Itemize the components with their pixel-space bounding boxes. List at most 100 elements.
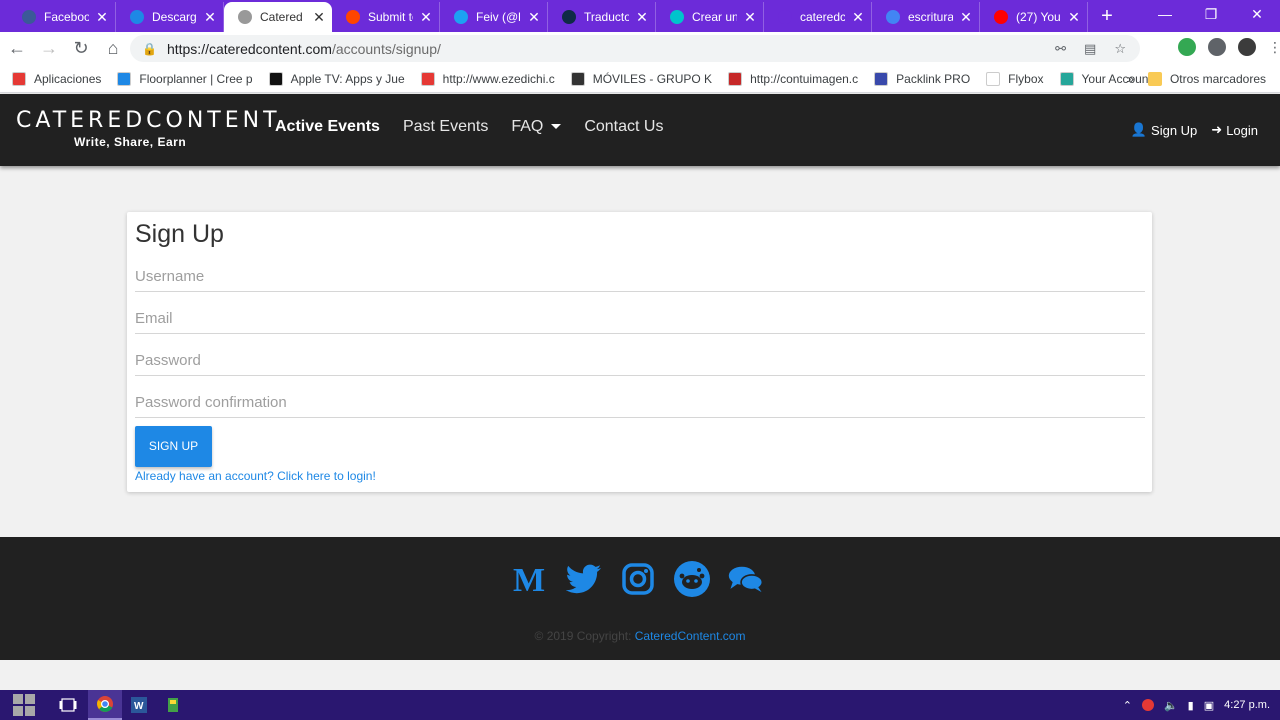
email-input[interactable]: Email: [135, 304, 1145, 334]
dot-icon: [778, 10, 792, 24]
copyright-link[interactable]: CateredContent.com: [635, 629, 746, 643]
star-icon[interactable]: ☆: [1114, 41, 1126, 57]
tab-label: Descarga: [152, 10, 197, 24]
browser-tab[interactable]: cateredco ✕: [764, 2, 872, 32]
nav-past-events[interactable]: Past Events: [403, 118, 488, 136]
bookmark-item[interactable]: Aplicaciones: [12, 71, 101, 86]
nav-login[interactable]: ➜ Login: [1211, 122, 1258, 138]
social-links: M: [512, 561, 764, 597]
minimize-icon[interactable]: —: [1142, 0, 1188, 30]
os-taskbar: W ⌃ 🔈 ▮ ▣ 4:27 p.m.: [0, 690, 1280, 720]
nav-faq[interactable]: FAQ: [511, 118, 562, 136]
back-icon[interactable]: ←: [2, 38, 32, 59]
word-taskbar-icon[interactable]: W: [122, 690, 156, 720]
browser-tab[interactable]: Traductor ✕: [548, 2, 656, 32]
bookmark-icon: [874, 71, 889, 86]
home-icon[interactable]: ⌂: [98, 38, 128, 59]
bookmark-icon: [420, 71, 435, 86]
battery-icon[interactable]: ▮: [1188, 699, 1194, 712]
tab-close-icon[interactable]: ✕: [203, 9, 217, 26]
twitter-icon: [454, 10, 468, 24]
other-bookmarks[interactable]: Otros marcadores: [1147, 72, 1266, 86]
bookmark-label: http://contuimagen.c: [750, 71, 859, 86]
tab-close-icon[interactable]: ✕: [851, 9, 865, 26]
task-view-icon[interactable]: [48, 690, 88, 720]
site-logo[interactable]: CATEREDCONTENT Write, Share, Earn: [16, 108, 281, 149]
instagram-icon[interactable]: [620, 561, 656, 597]
bookmark-item[interactable]: Floorplanner | Cree p: [117, 71, 253, 86]
login-link[interactable]: Already have an account? Click here to l…: [135, 469, 376, 483]
bookmark-icon: [728, 71, 743, 86]
clock[interactable]: 4:27 p.m.: [1224, 699, 1270, 711]
new-tab-button[interactable]: +: [1092, 2, 1122, 32]
tab-close-icon[interactable]: ✕: [527, 9, 541, 26]
password-confirm-input[interactable]: Password confirmation: [135, 388, 1145, 418]
address-bar[interactable]: 🔒 https://cateredcontent.com/accounts/si…: [130, 35, 1140, 62]
browser-tab[interactable]: (27) YouT ✕: [980, 2, 1088, 32]
url-host: https://cateredcontent.com: [166, 40, 332, 57]
volume-icon[interactable]: 🔈: [1164, 699, 1178, 712]
bookmark-item[interactable]: http://contuimagen.c: [728, 71, 859, 86]
extension-w-icon[interactable]: [1208, 38, 1226, 56]
medium-icon[interactable]: M: [512, 561, 548, 597]
close-window-icon[interactable]: ✕: [1234, 0, 1280, 30]
browser-toolbar: ← → ↻ ⌂ 🔒 https://cateredcontent.com/acc…: [0, 32, 1280, 65]
browser-tab[interactable]: Facebook ✕: [8, 2, 116, 32]
nav-active-events[interactable]: Active Events: [275, 118, 380, 136]
tab-close-icon[interactable]: ✕: [419, 9, 433, 26]
bookmark-item[interactable]: Flybox: [986, 71, 1044, 86]
username-input[interactable]: Username: [135, 262, 1145, 292]
chat-icon[interactable]: [728, 561, 764, 597]
bookmark-label: Apple TV: Apps y Jue: [290, 71, 405, 86]
twitter-icon[interactable]: [566, 561, 602, 597]
key-icon[interactable]: ⚯: [1055, 41, 1066, 57]
bookmark-item[interactable]: http://www.ezedichi.c: [420, 71, 555, 86]
tab-label: Facebook: [44, 10, 89, 24]
browser-tab[interactable]: Feiv (@la ✕: [440, 2, 548, 32]
bookmark-label: MÓVILES - GRUPO K: [592, 71, 713, 86]
tab-close-icon[interactable]: ✕: [312, 9, 326, 26]
tab-close-icon[interactable]: ✕: [635, 9, 649, 26]
tray-app-icon[interactable]: [1141, 699, 1154, 711]
folder-icon: [1147, 72, 1162, 86]
login-icon: ➜: [1211, 122, 1223, 137]
bookmark-label: Floorplanner | Cree p: [139, 71, 253, 86]
bookmark-item[interactable]: MÓVILES - GRUPO K: [570, 71, 713, 86]
bookmark-item[interactable]: Apple TV: Apps y Jue: [268, 71, 405, 86]
tab-label: Submit to: [368, 10, 413, 24]
browser-tab[interactable]: escritura ✕: [872, 2, 980, 32]
reload-icon[interactable]: ↻: [66, 38, 96, 59]
tab-label: Crear un: [692, 10, 737, 24]
browser-tab-strip: Facebook✕Descarga✕Catered C✕Submit to✕Fe…: [0, 0, 1280, 32]
chrome-taskbar-icon[interactable]: [88, 690, 122, 720]
tab-close-icon[interactable]: ✕: [743, 9, 757, 26]
restore-icon[interactable]: ❐: [1188, 0, 1234, 30]
signup-button[interactable]: SIGN UP: [135, 426, 212, 467]
browser-tab[interactable]: Submit to ✕: [332, 2, 440, 32]
tab-close-icon[interactable]: ✕: [95, 9, 109, 26]
nav-signup[interactable]: 👤 Sign Up: [1131, 122, 1197, 138]
tab-close-icon[interactable]: ✕: [959, 9, 973, 26]
nav-contact[interactable]: Contact Us: [584, 118, 663, 136]
app-taskbar-icon[interactable]: [156, 690, 190, 720]
bookmark-icon: [12, 71, 26, 86]
password-input[interactable]: Password: [135, 346, 1145, 376]
browser-tab[interactable]: Crear un ✕: [656, 2, 764, 32]
browser-tab[interactable]: Catered C ✕: [224, 2, 332, 32]
bookmark-item[interactable]: Packlink PRO: [874, 71, 971, 86]
reddit-icon[interactable]: [674, 561, 710, 597]
tray-chevron-icon[interactable]: ⌃: [1123, 699, 1132, 712]
menu-icon[interactable]: ⋮: [1268, 38, 1280, 56]
browser-tab[interactable]: Descarga ✕: [116, 2, 224, 32]
translate-icon[interactable]: ▤: [1084, 41, 1096, 57]
network-icon[interactable]: ▣: [1204, 699, 1214, 712]
extension-check-icon[interactable]: [1178, 38, 1196, 56]
windows-start-icon[interactable]: [0, 690, 48, 720]
tab-close-icon[interactable]: ✕: [1067, 9, 1081, 26]
profile-avatar[interactable]: [1238, 38, 1256, 56]
bookmark-label: Packlink PRO: [896, 71, 971, 86]
forward-icon[interactable]: →: [34, 38, 64, 59]
svg-text:W: W: [134, 701, 144, 712]
nav-faq-label: FAQ: [511, 118, 544, 135]
bookmarks-more-icon[interactable]: »: [1127, 72, 1134, 86]
